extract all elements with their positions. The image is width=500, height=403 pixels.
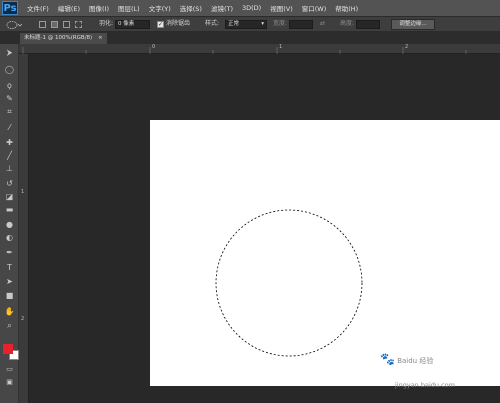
feather-label: 羽化: [99, 20, 114, 27]
pen-icon[interactable]: ✒ [4, 248, 15, 258]
document-tab-bar: 未标题-1 @ 100%(RGB/8) × [0, 32, 500, 44]
menu-help[interactable]: 帮助(H) [335, 3, 358, 13]
menu-image[interactable]: 图像(I) [89, 3, 109, 13]
zoom-icon[interactable]: ⌕ [4, 321, 15, 331]
screen-mode-icon[interactable]: ▣ [4, 377, 15, 387]
document-canvas[interactable] [150, 120, 500, 386]
hand-icon[interactable]: ✋ [4, 307, 15, 317]
refine-edge-button[interactable]: 调整边缘... [391, 19, 435, 30]
style-label: 样式: [205, 20, 220, 27]
ruler-vertical: 1 2 [19, 54, 29, 403]
shape-icon[interactable]: ■ [4, 291, 15, 301]
height-label: 高度: [340, 20, 355, 27]
lasso-icon[interactable]: ϙ [4, 81, 15, 91]
dodge-icon[interactable]: ◐ [4, 233, 15, 243]
move-icon[interactable]: ⮞ [4, 48, 15, 58]
toolbox: ⮞ ◯ ϙ ✎ ⌗ ⁄ ✚ ╱ ⊥ ↺ ◪ ▬ ● ◐ ✒ T ➤ ■ ✋ ⌕ … [0, 44, 19, 403]
menu-type[interactable]: 文字(Y) [149, 3, 171, 13]
subtract-selection-icon[interactable] [63, 21, 70, 28]
menu-bar: Ps 文件(F) 编辑(E) 图像(I) 图层(L) 文字(Y) 选择(S) 滤… [0, 0, 500, 16]
foreground-color-front [3, 344, 13, 354]
antialias-label: 消除锯齿 [166, 20, 191, 27]
menu-window[interactable]: 窗口(W) [302, 3, 327, 13]
paw-icon: 🐾 [380, 352, 395, 366]
width-label: 宽度: [273, 20, 288, 27]
width-input[interactable] [289, 20, 313, 29]
crop-icon[interactable]: ⌗ [4, 107, 15, 117]
eraser-icon[interactable]: ◪ [4, 192, 15, 202]
menu-edit[interactable]: 编辑(E) [58, 3, 80, 13]
ruler-label: 2 [405, 44, 409, 50]
healing-icon[interactable]: ✚ [4, 138, 15, 148]
close-icon[interactable]: × [98, 35, 103, 41]
path-select-icon[interactable]: ➤ [4, 277, 15, 287]
document-title: 未标题-1 @ 100%(RGB/8) [24, 35, 93, 41]
eyedropper-icon[interactable]: ⁄ [4, 123, 15, 133]
marquee-icon[interactable]: ◯ [4, 65, 15, 75]
stamp-icon[interactable]: ⊥ [4, 164, 15, 174]
gradient-icon[interactable]: ▬ [4, 205, 15, 215]
ruler-horizontal-ticks [22, 47, 467, 54]
ruler-label: 1 [279, 44, 283, 50]
chevron-down-icon: ▾ [261, 21, 264, 27]
ruler-label: 1 [21, 189, 25, 195]
blur-icon[interactable]: ● [4, 220, 15, 230]
quick-mask-icon[interactable]: ▭ [4, 364, 15, 374]
menu-view[interactable]: 视图(V) [270, 3, 293, 13]
document-tab[interactable]: 未标题-1 @ 100%(RGB/8) × [20, 33, 107, 44]
options-bar: 羽化: 0 像素 ✓ 消除锯齿 样式: 正常 ▾ 宽度: ⇄ 高度: 调整边缘.… [0, 16, 500, 32]
style-select[interactable]: 正常 ▾ [225, 20, 267, 29]
watermark-logo: 🐾 Baidu 经验 [380, 352, 433, 366]
brush-icon[interactable]: ╱ [4, 151, 15, 161]
type-icon[interactable]: T [4, 263, 15, 273]
ruler-label: 0 [152, 44, 156, 50]
feather-input[interactable]: 0 像素 [115, 20, 150, 29]
intersect-selection-icon[interactable] [75, 21, 82, 28]
photoshop-logo: Ps [2, 1, 18, 15]
new-selection-icon[interactable] [39, 21, 46, 28]
height-input[interactable] [356, 20, 380, 29]
watermark-text: Baidu 经验 [397, 357, 434, 365]
menu-layer[interactable]: 图层(L) [118, 3, 140, 13]
ruler-horizontal: 0 1 2 [19, 44, 500, 54]
ellipse-selection-marquee [215, 209, 363, 357]
menu-3d[interactable]: 3D(D) [242, 4, 261, 12]
style-value: 正常 [228, 21, 240, 27]
add-selection-icon[interactable] [51, 21, 58, 28]
menu-file[interactable]: 文件(F) [27, 3, 49, 13]
watermark-url: jingyan.baidu.com [395, 381, 455, 389]
swap-icon[interactable]: ⇄ [320, 19, 325, 29]
history-brush-icon[interactable]: ↺ [4, 179, 15, 189]
ellipse-marquee-preset-icon[interactable] [6, 20, 22, 30]
menu-select[interactable]: 选择(S) [180, 3, 202, 13]
quick-select-icon[interactable]: ✎ [4, 94, 15, 104]
menu-filter[interactable]: 滤镜(T) [211, 3, 233, 13]
antialias-checkbox[interactable]: ✓ [157, 21, 164, 28]
ruler-label: 2 [21, 316, 25, 322]
